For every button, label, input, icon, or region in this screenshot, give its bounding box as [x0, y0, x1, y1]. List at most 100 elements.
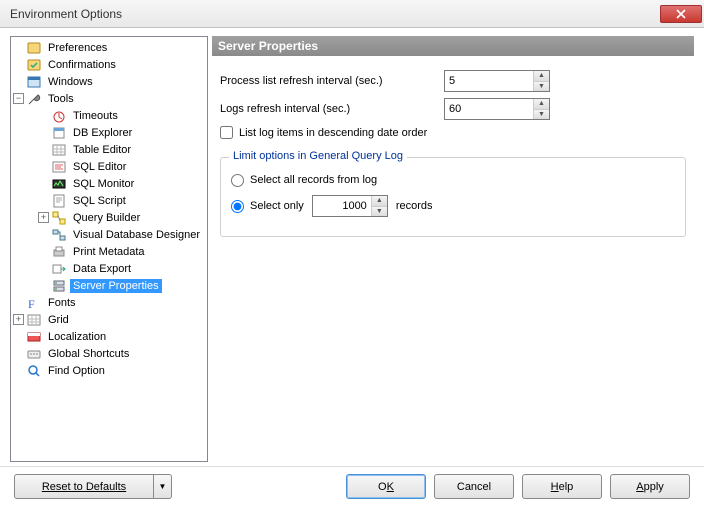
qbuilder-icon	[51, 210, 67, 226]
tree-item-label: Find Option	[45, 364, 108, 378]
select-only-field[interactable]	[313, 196, 371, 216]
spin-up-icon[interactable]: ▲	[534, 99, 549, 110]
timeouts-icon	[51, 108, 67, 124]
tree-item-label: SQL Monitor	[70, 177, 137, 191]
tree-item-tools[interactable]: − Tools	[11, 90, 207, 107]
tree-item-localization[interactable]: Localization	[11, 328, 207, 345]
tree-item-server-properties[interactable]: Server Properties	[11, 277, 207, 294]
apply-button[interactable]: Apply	[610, 474, 690, 499]
select-all-label: Select all records from log	[250, 174, 377, 186]
tree-toggle-spacer	[13, 76, 24, 87]
tree-item-label: Data Export	[70, 262, 134, 276]
title-bar: Environment Options	[0, 0, 704, 28]
select-only-label: Select only	[250, 200, 304, 212]
tree-item-global-shortcuts[interactable]: Global Shortcuts	[11, 345, 207, 362]
tree-toggle-spacer	[38, 195, 49, 206]
tree-item-label: Tools	[45, 92, 77, 106]
tree-item-label: SQL Script	[70, 194, 129, 208]
tree-item-label: Print Metadata	[70, 245, 148, 259]
tree-toggle-spacer	[38, 246, 49, 257]
logs-interval-input[interactable]: ▲▼	[444, 98, 550, 120]
tree-item-grid[interactable]: + Grid	[11, 311, 207, 328]
help-button[interactable]: Help	[522, 474, 602, 499]
button-bar: Reset to Defaults ▼ OK Cancel Help Apply	[0, 466, 704, 506]
tree-item-label: Global Shortcuts	[45, 347, 132, 361]
reset-defaults-dropdown[interactable]: ▼	[154, 474, 172, 499]
tree-item-sql-script[interactable]: SQL Script	[11, 192, 207, 209]
tree-toggle-spacer	[38, 110, 49, 121]
tree-item-label: Windows	[45, 75, 96, 89]
confirm-icon	[26, 57, 42, 73]
local-icon	[26, 329, 42, 345]
ok-button[interactable]: OK	[346, 474, 426, 499]
tree-toggle-spacer	[13, 348, 24, 359]
spin-down-icon[interactable]: ▼	[534, 110, 549, 120]
reset-defaults-button[interactable]: Reset to Defaults	[14, 474, 154, 499]
tools-icon	[26, 91, 42, 107]
tableed-icon	[51, 142, 67, 158]
tree-expand-icon[interactable]: +	[38, 212, 49, 223]
tree-item-label: Preferences	[45, 41, 110, 55]
tree-item-data-export[interactable]: Data Export	[11, 260, 207, 277]
tree-item-label: Visual Database Designer	[70, 228, 203, 242]
print-icon	[51, 244, 67, 260]
tree-item-fonts[interactable]: F Fonts	[11, 294, 207, 311]
tree-item-sql-monitor[interactable]: SQL Monitor	[11, 175, 207, 192]
tree-toggle-spacer	[13, 297, 24, 308]
tree-toggle-spacer	[38, 280, 49, 291]
fonts-icon: F	[26, 295, 42, 311]
tree-item-preferences[interactable]: Preferences	[11, 39, 207, 56]
process-interval-field[interactable]	[445, 71, 533, 91]
tree-item-timeouts[interactable]: Timeouts	[11, 107, 207, 124]
tree-item-label: Fonts	[45, 296, 79, 310]
sqlmon-icon	[51, 176, 67, 192]
sqlscript-icon	[51, 193, 67, 209]
spin-down-icon[interactable]: ▼	[372, 207, 387, 217]
select-only-radio[interactable]	[231, 200, 244, 213]
tree-item-label: Query Builder	[70, 211, 143, 225]
tree-item-print-metadata[interactable]: Print Metadata	[11, 243, 207, 260]
descending-order-label: List log items in descending date order	[239, 127, 427, 139]
tree-item-db-explorer[interactable]: DB Explorer	[11, 124, 207, 141]
spin-up-icon[interactable]: ▲	[534, 71, 549, 82]
groupbox-legend: Limit options in General Query Log	[229, 150, 407, 162]
tree-toggle-spacer	[38, 178, 49, 189]
shortcuts-icon	[26, 346, 42, 362]
tree-item-label: Table Editor	[70, 143, 134, 157]
find-icon	[26, 363, 42, 379]
logs-interval-field[interactable]	[445, 99, 533, 119]
spin-up-icon[interactable]: ▲	[372, 196, 387, 207]
tree-item-table-editor[interactable]: Table Editor	[11, 141, 207, 158]
tree-toggle-spacer	[38, 263, 49, 274]
tree-item-visual-database-designer[interactable]: Visual Database Designer	[11, 226, 207, 243]
tree-item-label: Localization	[45, 330, 109, 344]
tree-item-query-builder[interactable]: + Query Builder	[11, 209, 207, 226]
server-icon	[51, 278, 67, 294]
grid-icon	[26, 312, 42, 328]
tree-item-windows[interactable]: Windows	[11, 73, 207, 90]
svg-text:F: F	[28, 297, 35, 311]
tree-item-label: Confirmations	[45, 58, 119, 72]
descending-order-checkbox[interactable]	[220, 126, 233, 139]
close-button[interactable]	[660, 5, 702, 23]
process-interval-input[interactable]: ▲▼	[444, 70, 550, 92]
tree-item-find-option[interactable]: Find Option	[11, 362, 207, 379]
tree-expand-icon[interactable]: +	[13, 314, 24, 325]
tree-toggle-spacer	[38, 127, 49, 138]
tree-collapse-icon[interactable]: −	[13, 93, 24, 104]
select-only-input[interactable]: ▲▼	[312, 195, 388, 217]
tree-item-label: Grid	[45, 313, 72, 327]
tree-item-confirmations[interactable]: Confirmations	[11, 56, 207, 73]
tree-item-sql-editor[interactable]: SQL Editor	[11, 158, 207, 175]
cancel-button[interactable]: Cancel	[434, 474, 514, 499]
process-interval-label: Process list refresh interval (sec.)	[220, 75, 444, 87]
logs-interval-label: Logs refresh interval (sec.)	[220, 103, 444, 115]
tree-toggle-spacer	[13, 59, 24, 70]
nav-tree[interactable]: Preferences Confirmations Windows − ToolsTim…	[10, 36, 208, 462]
tree-item-label: Server Properties	[70, 279, 162, 293]
tree-toggle-spacer	[13, 331, 24, 342]
select-all-radio[interactable]	[231, 174, 244, 187]
vdd-icon	[51, 227, 67, 243]
spin-down-icon[interactable]: ▼	[534, 82, 549, 92]
tree-toggle-spacer	[38, 144, 49, 155]
